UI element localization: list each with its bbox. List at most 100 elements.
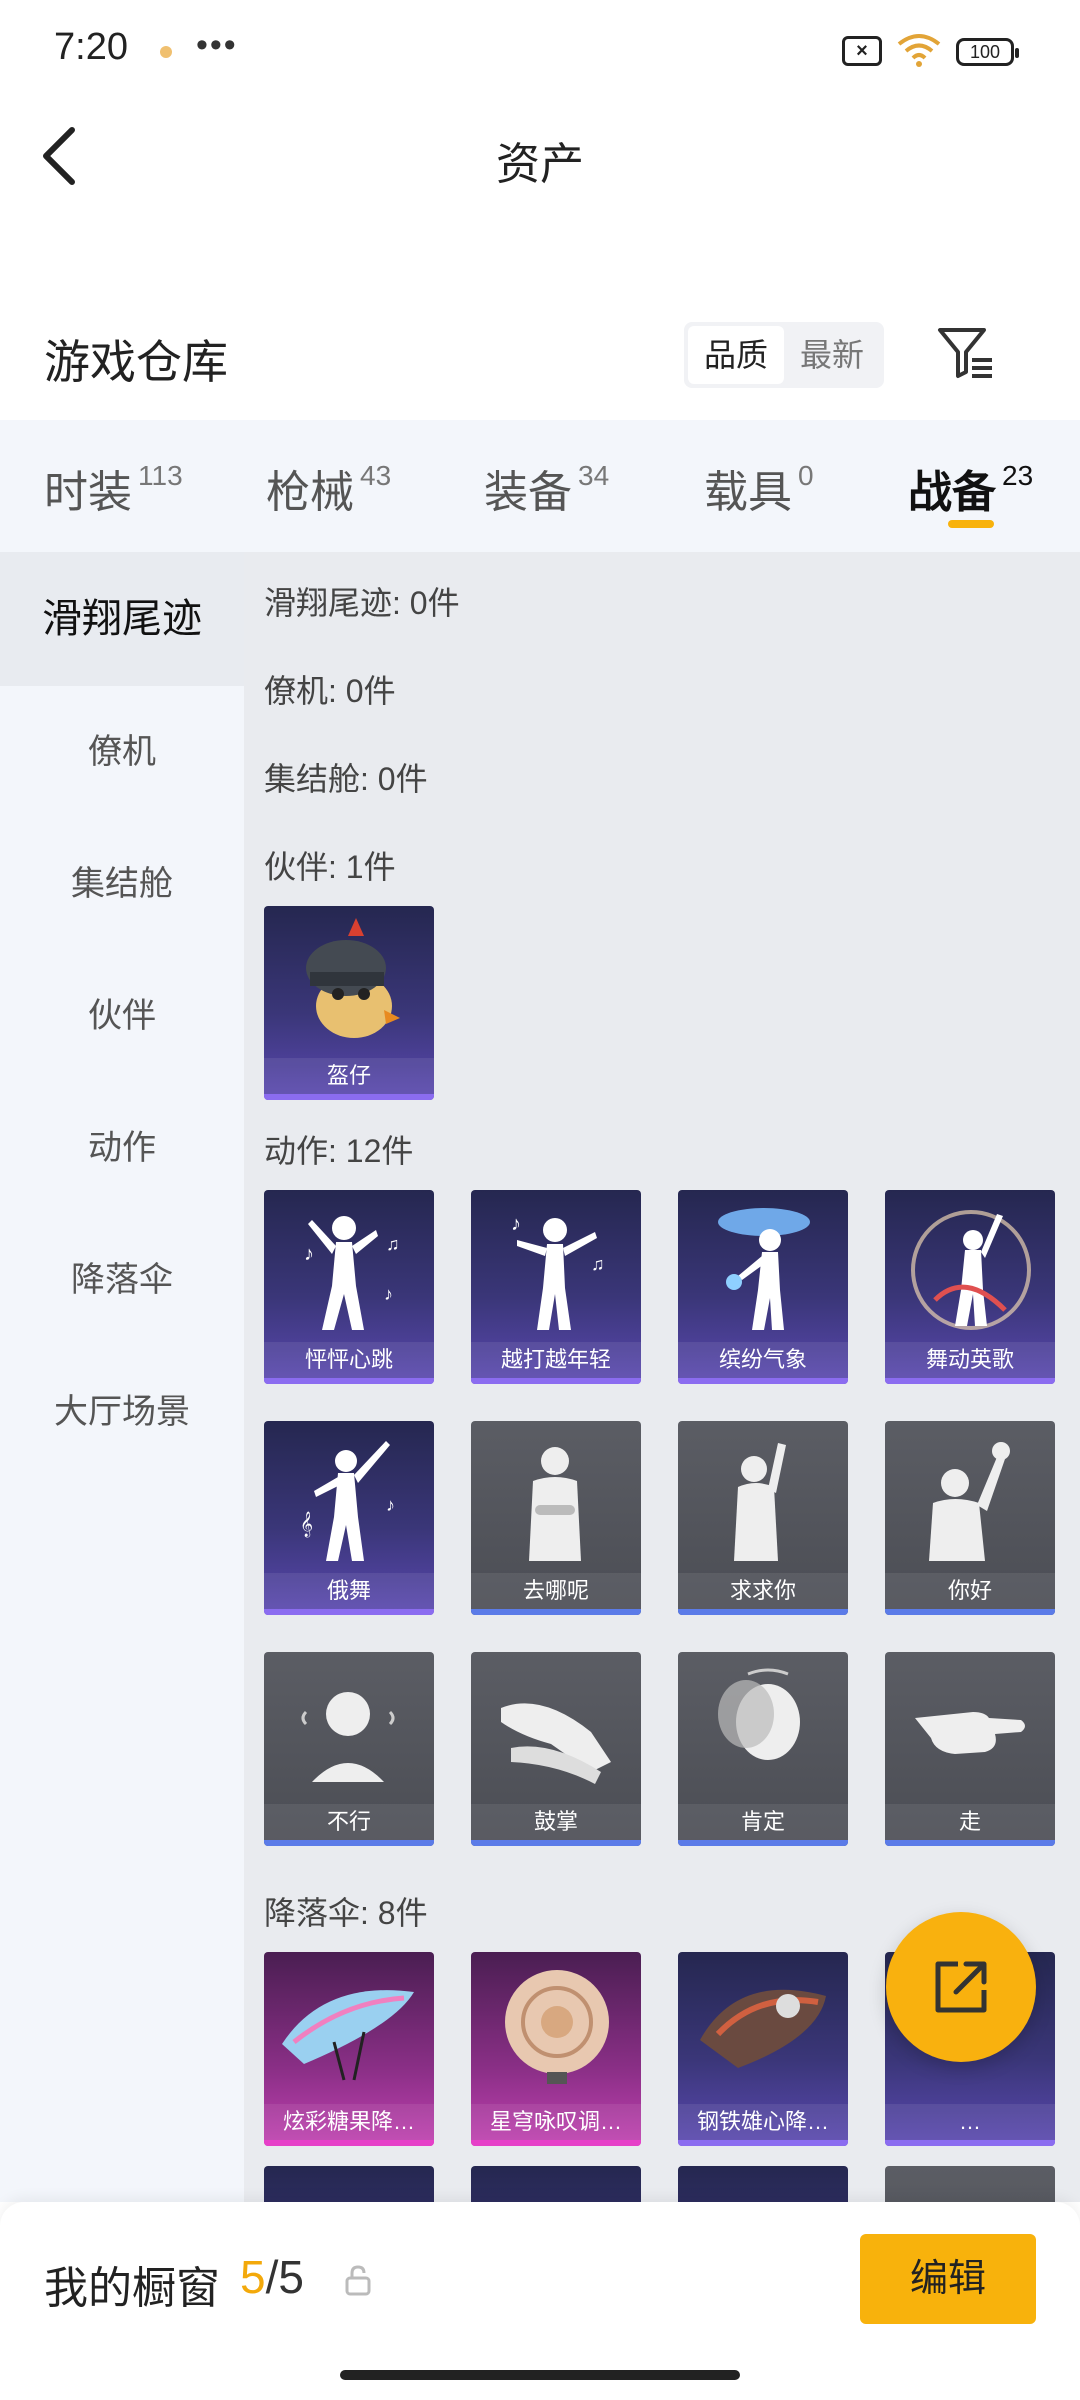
item-card-emote[interactable]: 求求你 bbox=[678, 1421, 848, 1615]
filter-icon[interactable] bbox=[934, 322, 996, 384]
battery-icon: 100 bbox=[956, 38, 1019, 66]
lock-icon bbox=[345, 2265, 371, 2296]
rarity-bar bbox=[471, 1378, 641, 1384]
sort-option-quality[interactable]: 品质 bbox=[688, 326, 784, 384]
section-header-parachute: 降落伞: 8件 bbox=[264, 1895, 428, 1931]
item-card-emote[interactable]: ♪ ♫ ♪ 怦怦心跳 bbox=[264, 1190, 434, 1384]
rarity-bar bbox=[885, 1609, 1055, 1615]
item-label: 舞动英歌 bbox=[885, 1342, 1055, 1378]
tab-fashion[interactable]: 时装 113 bbox=[44, 456, 183, 520]
sort-option-newest[interactable]: 最新 bbox=[784, 326, 880, 384]
item-card-emote[interactable]: 不行 bbox=[264, 1652, 434, 1846]
section-header-emote: 动作: 12件 bbox=[264, 1133, 414, 1169]
wifi-icon bbox=[897, 34, 941, 67]
rarity-bar bbox=[264, 1840, 434, 1846]
status-bar: 7:20 ••• × 100 bbox=[0, 0, 1080, 100]
item-card-partner[interactable]: 盔仔 bbox=[264, 906, 434, 1100]
dancer-icon: ♪♫ bbox=[511, 1213, 605, 1330]
tab-readiness[interactable]: 战备 23 bbox=[908, 456, 1033, 520]
side-item-wingman[interactable]: 僚机 bbox=[0, 686, 244, 818]
bubble-dancer-icon bbox=[911, 1210, 1031, 1330]
pointing-hand-icon bbox=[915, 1712, 1025, 1754]
edit-button[interactable]: 编辑 bbox=[860, 2234, 1036, 2324]
rarity-bar bbox=[264, 1094, 434, 1100]
clapping-hands-icon bbox=[501, 1703, 611, 1784]
tab-equipment[interactable]: 装备 34 bbox=[484, 456, 609, 520]
no-sim-icon: × bbox=[842, 36, 882, 66]
item-card-parachute[interactable] bbox=[678, 2166, 848, 2202]
svg-text:♪: ♪ bbox=[304, 1243, 314, 1265]
rarity-bar bbox=[471, 2140, 641, 2146]
item-card-emote[interactable]: 𝄞 ♪ 俄舞 bbox=[264, 1421, 434, 1615]
side-item-rally-pod[interactable]: 集结舱 bbox=[0, 818, 244, 950]
item-card-parachute[interactable]: 炫彩糖果降… bbox=[264, 1952, 434, 2146]
section-header-wingman: 僚机: 0件 bbox=[264, 673, 396, 709]
item-card-emote[interactable]: ♪ ♫ 越打越年轻 bbox=[471, 1190, 641, 1384]
rarity-bar bbox=[471, 1840, 641, 1846]
svg-text:♫: ♫ bbox=[386, 1234, 400, 1254]
item-label: 盔仔 bbox=[264, 1058, 434, 1094]
showcase-label: 我的橱窗 bbox=[44, 2264, 220, 2313]
rarity-bar bbox=[264, 1609, 434, 1615]
tab-weapons[interactable]: 枪械 43 bbox=[266, 456, 391, 520]
person-praying-icon bbox=[734, 1443, 786, 1561]
item-card-emote[interactable]: 鼓掌 bbox=[471, 1652, 641, 1846]
tab-vehicles[interactable]: 载具 0 bbox=[704, 456, 814, 520]
steel-parachute-icon bbox=[700, 1989, 826, 2068]
item-card-emote[interactable]: 去哪呢 bbox=[471, 1421, 641, 1615]
item-card-emote[interactable]: 走 bbox=[885, 1652, 1055, 1846]
item-card-parachute[interactable]: 星穹咏叹调… bbox=[471, 1952, 641, 2146]
dancer-icon: 𝄞♪ bbox=[300, 1441, 395, 1561]
item-label: 钢铁雄心降… bbox=[678, 2104, 848, 2140]
status-time: 7:20 bbox=[54, 26, 128, 68]
rarity-bar bbox=[678, 2140, 848, 2146]
side-item-glide-trail[interactable]: 滑翔尾迹 bbox=[0, 552, 244, 686]
rarity-bar bbox=[678, 1609, 848, 1615]
section-header-glide-trail: 滑翔尾迹: 0件 bbox=[264, 585, 460, 621]
section-header-partner: 伙伴: 1件 bbox=[264, 849, 396, 885]
item-label: 去哪呢 bbox=[471, 1573, 641, 1609]
item-card-emote[interactable]: 肯定 bbox=[678, 1652, 848, 1846]
item-label: 俄舞 bbox=[264, 1573, 434, 1609]
item-card-emote[interactable]: 你好 bbox=[885, 1421, 1055, 1615]
item-label: 走 bbox=[885, 1804, 1055, 1840]
rarity-bar bbox=[678, 1378, 848, 1384]
notification-icon bbox=[160, 46, 172, 58]
item-card-parachute[interactable] bbox=[264, 2166, 434, 2202]
warehouse-title: 游戏仓库 bbox=[44, 336, 228, 388]
svg-text:♪: ♪ bbox=[384, 1284, 393, 1304]
active-tab-indicator bbox=[948, 520, 994, 528]
side-item-emote[interactable]: 动作 bbox=[0, 1082, 244, 1214]
sort-toggle: 品质 最新 bbox=[684, 322, 884, 388]
item-label: 鼓掌 bbox=[471, 1804, 641, 1840]
person-crossed-arms-icon bbox=[529, 1447, 581, 1561]
share-fab[interactable] bbox=[886, 1912, 1036, 2062]
app-header: 资产 bbox=[0, 100, 1080, 212]
side-item-lobby-scene[interactable]: 大厅场景 bbox=[0, 1346, 244, 1478]
item-card-emote[interactable]: 舞动英歌 bbox=[885, 1190, 1055, 1384]
rarity-bar bbox=[471, 1609, 641, 1615]
rarity-bar bbox=[885, 1378, 1055, 1384]
item-card-parachute[interactable]: 钢铁雄心降… bbox=[678, 1952, 848, 2146]
item-card-parachute[interactable] bbox=[885, 2166, 1055, 2202]
rarity-bar bbox=[264, 1378, 434, 1384]
showcase-count: 5/5 bbox=[240, 2251, 304, 2303]
item-label: … bbox=[885, 2104, 1055, 2140]
nodding-head-icon bbox=[718, 1668, 800, 1760]
candy-parachute-icon bbox=[282, 1990, 414, 2081]
rarity-bar bbox=[264, 2140, 434, 2146]
side-item-parachute[interactable]: 降落伞 bbox=[0, 1214, 244, 1346]
item-label: 缤纷气象 bbox=[678, 1342, 848, 1378]
side-menu: 滑翔尾迹 僚机 集结舱 伙伴 动作 降落伞 大厅场景 bbox=[0, 552, 244, 2202]
svg-text:♪: ♪ bbox=[511, 1213, 521, 1235]
section-header-rally-pod: 集结舱: 0件 bbox=[264, 761, 428, 797]
home-indicator[interactable] bbox=[340, 2370, 740, 2380]
share-icon bbox=[935, 1961, 987, 2013]
svg-text:♫: ♫ bbox=[591, 1254, 605, 1274]
more-notifications-icon: ••• bbox=[196, 26, 238, 64]
item-card-parachute[interactable] bbox=[471, 2166, 641, 2202]
item-card-emote[interactable]: 缤纷气象 bbox=[678, 1190, 848, 1384]
side-item-partner[interactable]: 伙伴 bbox=[0, 950, 244, 1082]
item-label: 炫彩糖果降… bbox=[264, 2104, 434, 2140]
dancer-icon: ♪ ♫ ♪ bbox=[304, 1216, 400, 1330]
